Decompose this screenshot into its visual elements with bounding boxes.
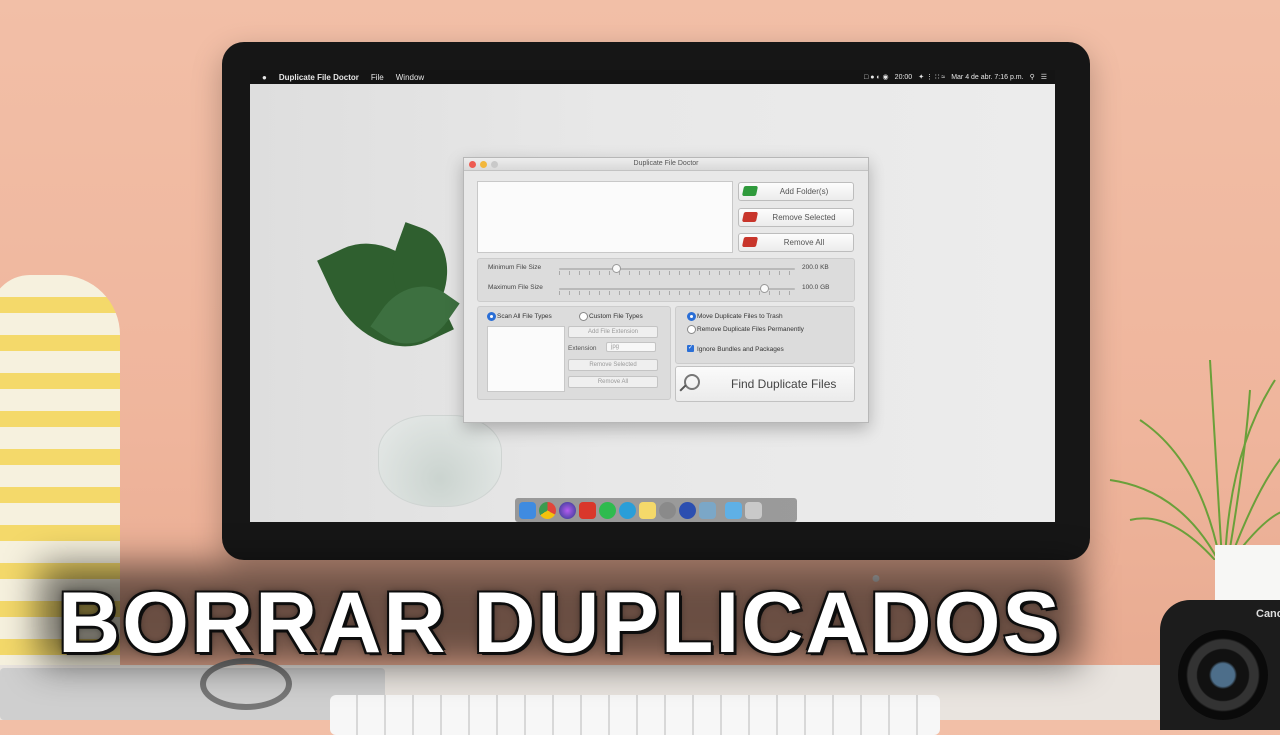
- ignore-bundles-label[interactable]: Ignore Bundles and Packages: [697, 346, 784, 353]
- headline-title: BORRAR DUPLICADOS: [58, 575, 1062, 671]
- preview-icon[interactable]: [699, 501, 716, 519]
- bookmark-app-icon[interactable]: [579, 501, 596, 519]
- menu-file[interactable]: File: [371, 73, 384, 82]
- extension-label: Extension: [568, 345, 597, 352]
- magnifier-icon: [684, 374, 700, 390]
- camera: Canon: [1160, 600, 1280, 730]
- camera-brand: Canon: [1256, 608, 1280, 620]
- status-icons[interactable]: □ ● ◐ ◉: [864, 73, 889, 81]
- min-size-track[interactable]: [559, 268, 795, 270]
- window-title: Duplicate File Doctor: [633, 160, 699, 167]
- add-folder-label: Add Folder(s): [779, 187, 829, 196]
- window-titlebar[interactable]: Duplicate File Doctor: [464, 158, 868, 171]
- find-duplicates-button[interactable]: Find Duplicate Files: [675, 366, 855, 402]
- menu-bar: ● Duplicate File Doctor File Window □ ● …: [250, 70, 1055, 84]
- status-clock-left[interactable]: 20:00: [895, 74, 913, 81]
- remove-all-button[interactable]: Remove All: [738, 233, 854, 252]
- add-extension-button[interactable]: Add File Extension: [568, 326, 658, 338]
- remove-selected-button[interactable]: Remove Selected: [738, 208, 854, 227]
- notification-center-icon[interactable]: ☰: [1041, 73, 1047, 81]
- zoom-button[interactable]: [491, 161, 498, 168]
- remove-selected-icon: [741, 212, 759, 222]
- folder-list[interactable]: [477, 181, 733, 253]
- downloads-folder-icon[interactable]: [725, 501, 742, 519]
- menu-window[interactable]: Window: [396, 73, 424, 82]
- menubar-datetime[interactable]: Mar 4 de abr. 7:16 p.m.: [951, 74, 1023, 81]
- notes-icon[interactable]: [639, 501, 656, 519]
- max-size-ticks: [559, 291, 795, 295]
- finder-icon[interactable]: [519, 501, 536, 519]
- whatsapp-icon[interactable]: [599, 501, 616, 519]
- ignore-bundles-checkbox[interactable]: ✓: [687, 345, 694, 352]
- add-folder-button[interactable]: Add Folder(s): [738, 182, 854, 201]
- extension-input[interactable]: jpg: [606, 342, 656, 352]
- spotlight-search-icon[interactable]: ⚲: [1030, 73, 1035, 81]
- trash-icon[interactable]: [745, 501, 762, 519]
- apple-menu-icon[interactable]: ●: [262, 73, 267, 82]
- camera-lens: [1178, 630, 1268, 720]
- telegram-icon[interactable]: [619, 501, 636, 519]
- close-button[interactable]: [469, 161, 476, 168]
- extension-list[interactable]: [487, 326, 565, 392]
- laptop: [0, 668, 385, 720]
- scan-all-radio[interactable]: [487, 312, 496, 321]
- keyboard: [330, 695, 940, 735]
- min-size-label: Minimum File Size: [488, 264, 542, 271]
- ext-remove-all-button[interactable]: Remove All: [568, 376, 658, 388]
- remove-permanently-radio[interactable]: [687, 325, 696, 334]
- scan-all-label[interactable]: Scan All File Types: [497, 313, 552, 320]
- remove-all-icon: [741, 237, 759, 247]
- min-size-slider-knob[interactable]: [611, 264, 621, 273]
- wallpaper-glass-vase: [378, 415, 502, 507]
- custom-types-radio[interactable]: [579, 312, 588, 321]
- remove-permanently-label[interactable]: Remove Duplicate Files Permanently: [697, 326, 804, 333]
- move-to-trash-radio[interactable]: [687, 312, 696, 321]
- disk-utility-icon[interactable]: [659, 501, 676, 519]
- status-area: □ ● ◐ ◉ 20:00 ✦ ⋮ ∷ ≈ Mar 4 de abr. 7:16…: [864, 70, 1047, 84]
- min-size-value: 200.0 KB: [802, 264, 829, 271]
- grass-plant: [1109, 360, 1280, 560]
- ext-remove-selected-button[interactable]: Remove Selected: [568, 359, 658, 371]
- max-size-value: 100.0 GB: [802, 284, 830, 291]
- max-size-label: Maximum File Size: [488, 284, 543, 291]
- move-to-trash-label[interactable]: Move Duplicate Files to Trash: [697, 313, 783, 320]
- min-size-ticks: [559, 271, 795, 275]
- menu-app-name[interactable]: Duplicate File Doctor: [279, 73, 359, 82]
- custom-types-label[interactable]: Custom File Types: [589, 313, 643, 320]
- dock: [515, 498, 797, 522]
- status-tools-icons[interactable]: ✦ ⋮ ∷ ≈: [918, 73, 945, 81]
- add-folder-icon: [741, 186, 759, 196]
- siri-icon[interactable]: [559, 501, 576, 519]
- minimize-button[interactable]: [480, 161, 487, 168]
- chrome-icon[interactable]: [539, 501, 556, 519]
- remove-selected-label: Remove Selected: [772, 213, 836, 222]
- photo-app-icon[interactable]: [679, 501, 696, 519]
- remove-all-label: Remove All: [783, 238, 825, 247]
- find-duplicates-label: Find Duplicate Files: [731, 377, 837, 391]
- desktop-screen: ● Duplicate File Doctor File Window □ ● …: [250, 70, 1055, 522]
- duplicate-file-doctor-window: Duplicate File Doctor Add Folder(s) Remo…: [463, 157, 869, 423]
